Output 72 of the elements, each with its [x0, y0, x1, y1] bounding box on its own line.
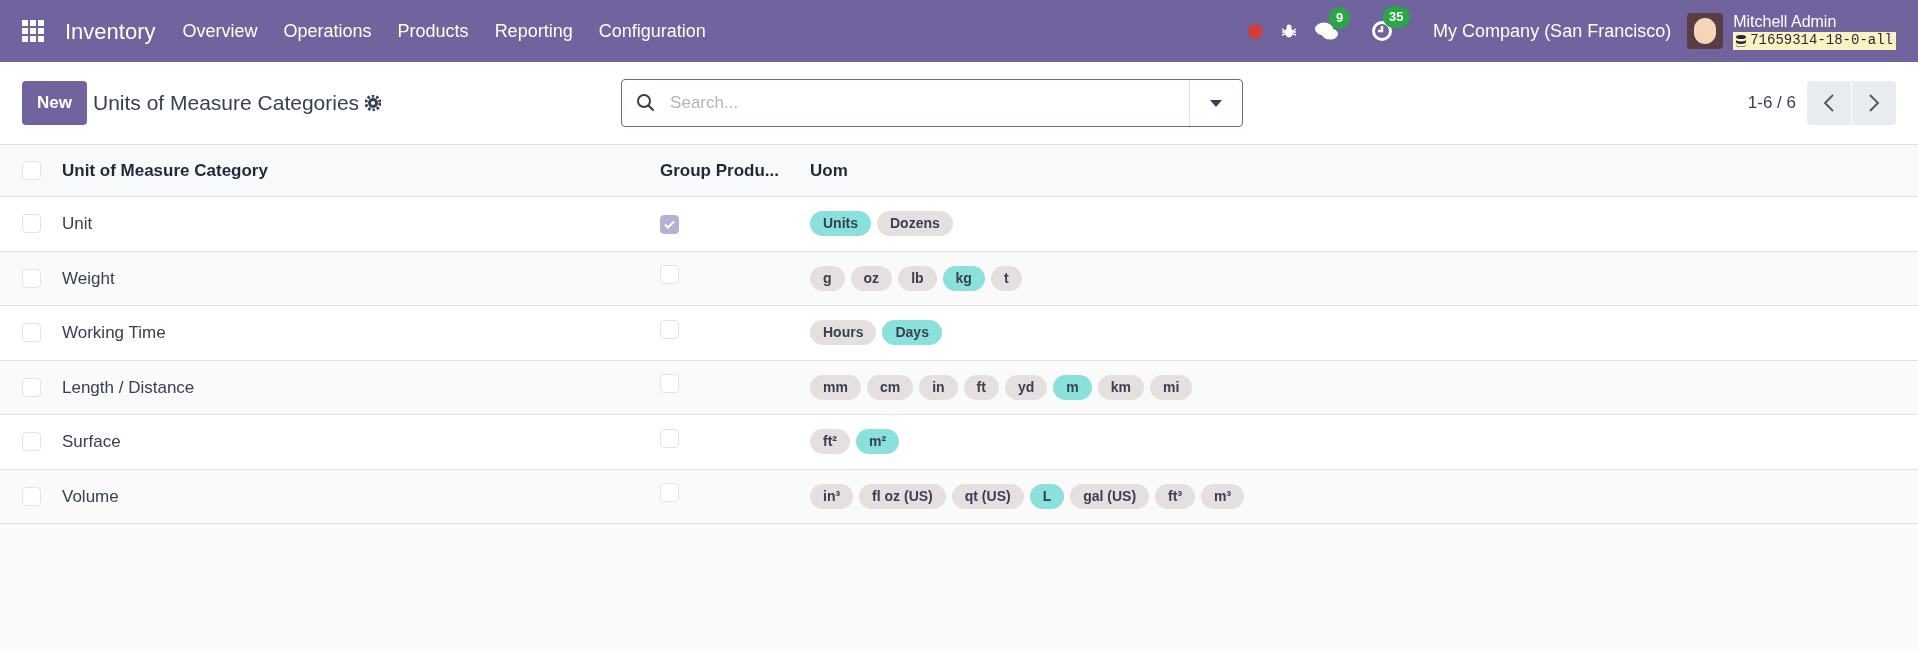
uom-tag: qt (US)	[951, 483, 1024, 509]
uom-tag: lb	[898, 265, 937, 291]
column-header[interactable]: Uom	[810, 157, 848, 184]
uom-tag: fl oz (US)	[859, 483, 946, 509]
column-header[interactable]: Group Produ...	[660, 157, 810, 184]
uom-tag: g	[810, 265, 845, 291]
app-name[interactable]: Inventory	[65, 14, 156, 48]
nav-menu-item[interactable]: Operations	[270, 17, 385, 45]
uom-tag: m³	[1201, 483, 1245, 509]
category-name: Unit	[62, 213, 94, 235]
uom-tag: L	[1029, 483, 1065, 509]
database-icon	[1736, 35, 1747, 47]
page-title: Units of Measure Categories	[92, 90, 360, 117]
group-checkbox[interactable]	[660, 214, 679, 234]
activity-count-badge: 35	[1383, 6, 1410, 28]
uom-tag: km	[1097, 374, 1144, 400]
settings-icon[interactable]	[365, 95, 382, 111]
uom-tag: in	[919, 374, 958, 400]
search-input[interactable]: Search...	[670, 90, 1190, 116]
category-name: Surface	[62, 431, 122, 453]
uom-tag: kg	[942, 265, 985, 291]
uom-tag: mm	[810, 374, 861, 400]
category-name: Length / Distance	[62, 376, 196, 399]
app-grid-icon[interactable]	[22, 20, 44, 42]
chevron-left-icon	[1823, 93, 1835, 113]
select-all-checkbox[interactable]	[21, 161, 41, 180]
previous-button[interactable]	[1807, 81, 1851, 125]
company-switcher[interactable]: My Company (San Francisco)	[1433, 17, 1672, 45]
nav-menu-item[interactable]: Configuration	[585, 17, 719, 45]
category-name: Volume	[62, 485, 120, 508]
user-name[interactable]: Mitchell Admin	[1733, 12, 1896, 33]
uom-tag: Dozens	[877, 211, 953, 237]
uom-tag: Days	[882, 320, 942, 346]
uom-tag: ft	[963, 374, 999, 400]
uom-tag: Units	[810, 211, 871, 237]
row-checkbox[interactable]	[21, 214, 41, 234]
uom-tag: m	[1053, 374, 1092, 400]
uom-tag: ft²	[810, 429, 850, 455]
nav-menu-item[interactable]: Reporting	[481, 17, 586, 45]
category-name: Working Time	[62, 322, 167, 344]
chevron-right-icon	[1868, 93, 1880, 113]
uom-tag: Hours	[810, 320, 877, 346]
search-icon	[636, 93, 657, 113]
search-bar[interactable]: Search...	[621, 79, 1244, 127]
uom-tag: yd	[1004, 374, 1048, 400]
nav-menu-item[interactable]: Products	[384, 17, 482, 45]
row-checkbox[interactable]	[21, 377, 41, 397]
uom-tag: ft³	[1155, 483, 1196, 509]
uom-tag: t	[990, 265, 1022, 291]
row-checkbox[interactable]	[21, 268, 41, 288]
uom-tag: gal (US)	[1070, 483, 1150, 509]
uom-tag: oz	[850, 265, 893, 291]
row-checkbox[interactable]	[21, 486, 41, 506]
pager-value[interactable]: 1-6 / 6	[1747, 90, 1796, 116]
message-count-badge: 9	[1329, 7, 1351, 29]
next-button[interactable]	[1852, 81, 1896, 125]
database-name-badge: 71659314-18-0-all	[1733, 32, 1896, 50]
avatar-icon[interactable]	[1687, 13, 1724, 49]
category-name: Weight	[62, 267, 116, 290]
uom-tag: mi	[1149, 374, 1193, 400]
column-header[interactable]: Unit of Measure Category	[62, 157, 660, 184]
row-checkbox[interactable]	[21, 432, 41, 452]
clock-icon[interactable]	[1371, 20, 1394, 42]
new-button[interactable]: New	[22, 81, 87, 125]
checkmark-icon	[664, 219, 675, 229]
caret-icon[interactable]	[1210, 99, 1223, 107]
uom-tag: m²	[856, 429, 900, 455]
row-checkbox[interactable]	[21, 323, 41, 343]
nav-menu-item[interactable]: Overview	[169, 17, 271, 45]
uom-tag: in³	[810, 483, 854, 509]
uom-tag: cm	[866, 374, 914, 400]
bug-icon[interactable]	[1281, 23, 1298, 39]
